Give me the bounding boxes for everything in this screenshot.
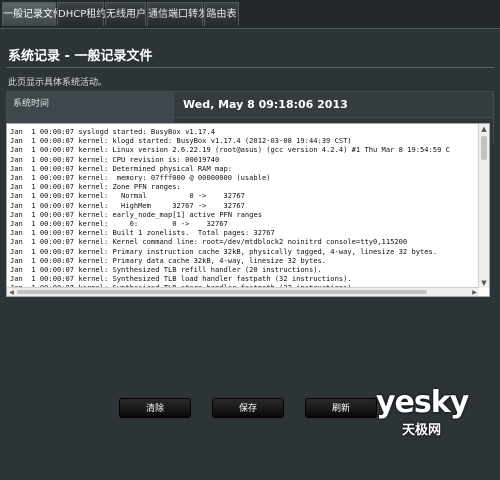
log-line: Jan 1 00:00:07 kernel: Determined physic… xyxy=(10,163,233,173)
log-content: Jan 1 00:00:07 syslogd started: BusyBox … xyxy=(10,127,475,287)
tab-dhcp-leases[interactable]: DHCP租约 xyxy=(57,2,106,26)
tab-routing-table[interactable]: 路由表 xyxy=(204,2,239,26)
vertical-scroll-thumb[interactable] xyxy=(481,136,487,160)
log-line: Jan 1 00:00:07 kernel: klogd started: Bu… xyxy=(10,136,352,146)
log-line: Jan 1 00:00:07 kernel: early_node_map[1]… xyxy=(10,209,262,219)
system-time-value: Wed, May 8 09:18:06 2013 xyxy=(183,98,348,111)
log-line: Jan 1 00:00:07 kernel: Primary instructi… xyxy=(10,246,438,256)
log-line: Jan 1 00:00:07 kernel: HighMem 32767 -> … xyxy=(10,200,245,210)
scroll-up-arrow-icon[interactable]: ▲ xyxy=(479,124,489,134)
log-line: Jan 1 00:00:07 kernel: Built 1 zonelists… xyxy=(10,228,275,238)
log-line: Jan 1 00:00:07 kernel: Kernel command li… xyxy=(10,237,408,247)
system-time-row: 系统时间 Wed, May 8 09:18:06 2013 xyxy=(7,92,493,118)
log-line: Jan 1 00:00:07 syslogd started: BusyBox … xyxy=(10,127,215,136)
tab-general-log[interactable]: 一般记录文件 xyxy=(2,2,63,26)
horizontal-scroll-thumb[interactable] xyxy=(17,290,427,294)
watermark-sub-text: 天极网 xyxy=(402,423,442,438)
refresh-button[interactable]: 刷新 xyxy=(305,398,377,418)
scroll-right-arrow-icon[interactable]: ▶ xyxy=(470,288,479,296)
log-line: Jan 1 00:00:07 kernel: Synthesized TLB r… xyxy=(10,265,322,275)
log-line: Jan 1 00:00:07 kernel: memory: 07fff000 … xyxy=(10,173,271,183)
save-button[interactable]: 保存 xyxy=(212,398,284,418)
scroll-left-arrow-icon[interactable]: ◀ xyxy=(7,288,16,296)
system-time-label: 系统时间 xyxy=(7,92,174,117)
log-line: Jan 1 00:00:07 kernel: Synthesized TLB l… xyxy=(10,274,352,284)
log-line: Jan 1 00:00:07 kernel: 0: 0 -> 32767 xyxy=(10,219,228,229)
scroll-down-arrow-icon[interactable]: ▼ xyxy=(479,278,489,288)
tab-port-forwarding[interactable]: 通信端口转发 xyxy=(147,2,208,26)
watermark-main-text: yesky xyxy=(376,385,469,420)
clear-button[interactable]: 清除 xyxy=(119,398,191,418)
title-divider xyxy=(6,67,494,68)
log-vertical-scrollbar[interactable]: ▲ ▼ xyxy=(478,124,489,288)
watermark-logo: yesky 天极网 xyxy=(376,385,494,438)
page-description: 此页显示具体系统活动。 xyxy=(8,78,108,88)
log-line: Jan 1 00:00:07 kernel: Zone PFN ranges: xyxy=(10,182,181,192)
log-horizontal-scrollbar[interactable]: ◀ ▶ xyxy=(7,287,479,296)
log-line: Jan 1 00:00:07 kernel: CPU revision is: … xyxy=(10,154,220,164)
tab-wireless-users[interactable]: 无线用户 xyxy=(105,2,146,26)
page-title: 系统记录 - 一般记录文件 xyxy=(8,49,153,64)
log-line: Jan 1 00:00:07 kernel: Primary data cach… xyxy=(10,255,327,265)
log-line: Jan 1 00:00:07 kernel: Normal 0 -> 32767 xyxy=(10,191,245,201)
tab-bar: 一般记录文件 DHCP租约 无线用户 通信端口转发 路由表 xyxy=(0,0,500,28)
log-line: Jan 1 00:00:07 kernel: Linux version 2.6… xyxy=(10,145,450,155)
system-log-textarea[interactable]: Jan 1 00:00:07 syslogd started: BusyBox … xyxy=(6,123,490,297)
